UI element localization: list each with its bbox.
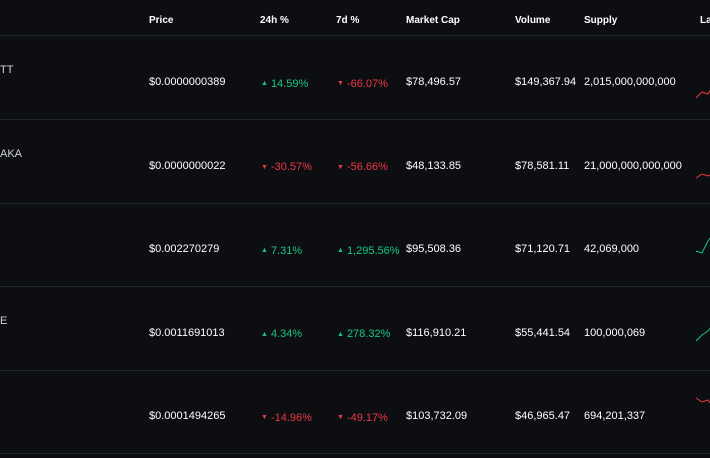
caret-up-icon: ▲ [261, 247, 268, 254]
change-d7-value: -56.66% [346, 161, 388, 173]
change-h24-value: 4.34% [270, 328, 303, 340]
supply-cell: 21,000,000,000,000 [584, 159, 682, 172]
change-d7: ▼ -56.66% [337, 161, 388, 173]
table-row[interactable]: TT $0.0000000389 ▲ 14.59% ▼ -66.07% $78,… [0, 36, 710, 120]
change-h24-value: -30.57% [270, 161, 312, 173]
market-cap-cell: $95,508.36 [406, 243, 462, 255]
market-cap-cell: $103,732.09 [406, 410, 468, 422]
change-24h-cell: ▲ 4.34% [261, 327, 302, 340]
header-market-cap[interactable]: Market Cap [406, 15, 460, 26]
sparkline-path [695, 172, 710, 178]
market-cap-cell: $116,910.21 [406, 326, 467, 339]
market-cap-cell: $48,133.85 [406, 159, 462, 172]
market-cap-cell: $78,496.57 [406, 76, 462, 88]
caret-up-icon: ▲ [261, 330, 268, 338]
change-7d-cell: ▲ 278.32% [337, 327, 390, 340]
price-cell: $0.002270279 [149, 243, 220, 255]
price-cell: $0.0011691013 [149, 326, 225, 339]
sparkline-chart [695, 89, 710, 99]
change-24h-cell: ▲ 7.31% [261, 243, 302, 257]
change-h24: ▼ -30.57% [261, 161, 312, 173]
supply-cell: 2,015,000,000,000 [584, 76, 676, 88]
sparkline-path [695, 237, 710, 254]
volume-cell: $78,581.11 [515, 159, 570, 172]
change-24h-cell: ▼ -30.57% [261, 160, 312, 173]
change-h24-value: -14.96% [270, 411, 312, 424]
table-row[interactable]: $0.002270279 ▲ 7.31% ▲ 1,295.56% $95,508… [0, 203, 710, 287]
sparkline-path [695, 89, 710, 99]
change-h24-value: 14.59% [270, 77, 309, 90]
table-header: Price 24h % 7d % Market Cap Volume Suppl… [0, 0, 710, 36]
price-cell: $0.0000000389 [149, 76, 226, 88]
price-cell: $0.0000000022 [149, 159, 226, 172]
change-d7-value: 278.32% [346, 328, 391, 340]
table-row[interactable]: AKA $0.0000000022 ▼ -30.57% ▼ -56.66% $4… [0, 120, 710, 204]
caret-up-icon: ▲ [261, 80, 268, 87]
supply-cell: 100,000,069 [584, 326, 646, 339]
change-d7-value: 1,295.56% [346, 244, 400, 257]
caret-up-icon: ▲ [337, 330, 344, 338]
supply-cell: 694,201,337 [584, 410, 646, 422]
header-24h[interactable]: 24h % [260, 15, 289, 26]
coin-name[interactable]: TT [0, 64, 13, 76]
volume-cell: $149,367.94 [515, 76, 577, 88]
change-d7: ▲ 278.32% [337, 328, 390, 340]
change-h24: ▲ 4.34% [261, 328, 302, 340]
change-7d-cell: ▲ 1,295.56% [337, 243, 400, 257]
volume-cell: $55,441.54 [515, 326, 571, 339]
change-d7: ▼ -66.07% [337, 78, 388, 90]
change-h24: ▲ 7.31% [261, 245, 302, 257]
change-7d-cell: ▼ -49.17% [337, 410, 388, 424]
sparkline-chart [695, 327, 710, 341]
sparkline-chart [695, 397, 710, 404]
volume-cell: $46,965.47 [515, 410, 571, 422]
sparkline-path [695, 397, 710, 404]
change-h24-value: 7.31% [270, 244, 303, 257]
change-24h-cell: ▲ 14.59% [261, 76, 308, 90]
table-row[interactable]: $0.0001494265 ▼ -14.96% ▼ -49.17% $103,7… [0, 370, 710, 454]
change-d7-value: -49.17% [346, 411, 388, 424]
caret-up-icon: ▲ [337, 247, 344, 254]
caret-down-icon: ▼ [337, 80, 344, 87]
header-last: La [700, 15, 710, 26]
sparkline-path [695, 327, 710, 341]
change-h24: ▼ -14.96% [261, 412, 312, 424]
header-7d[interactable]: 7d % [336, 15, 359, 26]
sparkline-chart [695, 237, 710, 254]
coin-name[interactable]: AKA [0, 148, 22, 160]
caret-down-icon: ▼ [337, 163, 344, 171]
change-7d-cell: ▼ -66.07% [337, 76, 388, 90]
supply-cell: 42,069,000 [584, 243, 640, 255]
change-7d-cell: ▼ -56.66% [337, 160, 388, 173]
coin-name[interactable]: E [0, 315, 7, 327]
caret-down-icon: ▼ [261, 414, 268, 421]
header-supply[interactable]: Supply [584, 15, 617, 26]
table-row[interactable]: E $0.0011691013 ▲ 4.34% ▲ 278.32% $116,9… [0, 287, 710, 371]
sparkline-chart [695, 172, 710, 178]
change-h24: ▲ 14.59% [261, 78, 308, 90]
caret-down-icon: ▼ [261, 163, 268, 171]
header-volume[interactable]: Volume [515, 15, 550, 26]
change-d7: ▲ 1,295.56% [337, 245, 400, 257]
header-price[interactable]: Price [149, 15, 173, 26]
caret-down-icon: ▼ [337, 414, 344, 421]
volume-cell: $71,120.71 [515, 243, 571, 255]
change-d7-value: -66.07% [346, 77, 388, 90]
price-cell: $0.0001494265 [149, 410, 226, 422]
change-24h-cell: ▼ -14.96% [261, 410, 312, 424]
change-d7: ▼ -49.17% [337, 412, 388, 424]
